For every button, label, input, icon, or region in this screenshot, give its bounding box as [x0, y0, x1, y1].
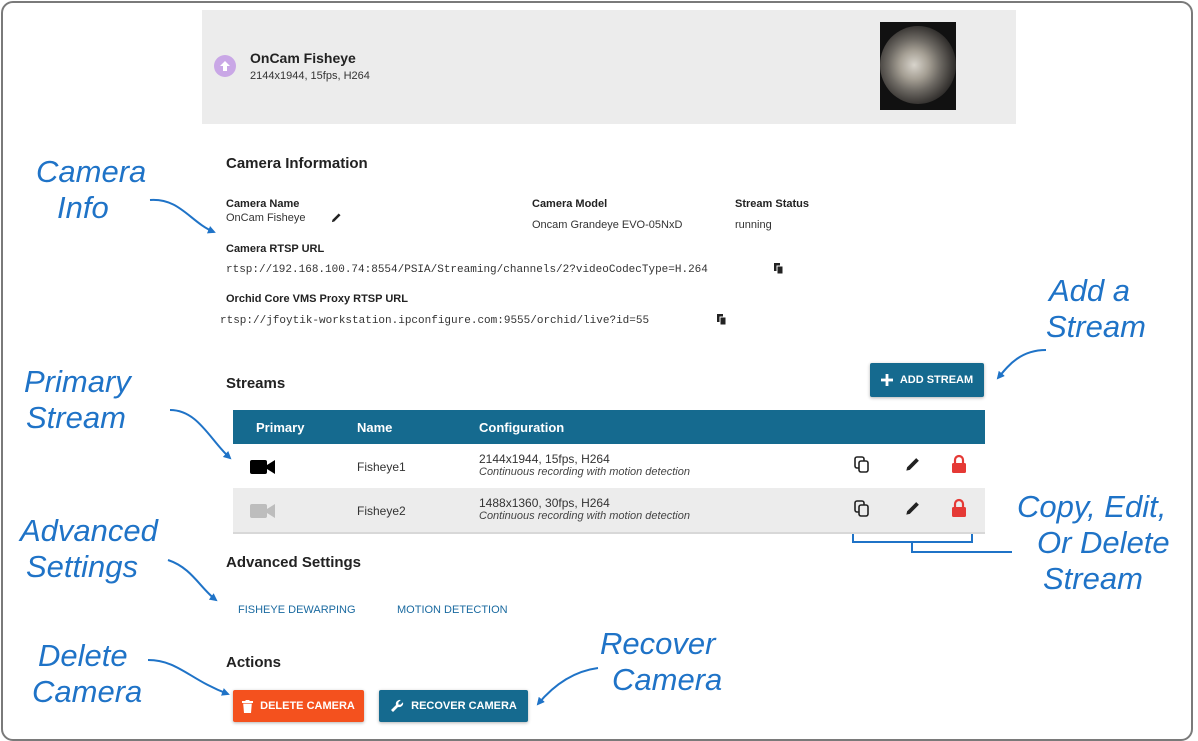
- annotation-arrows: [147, 198, 1047, 706]
